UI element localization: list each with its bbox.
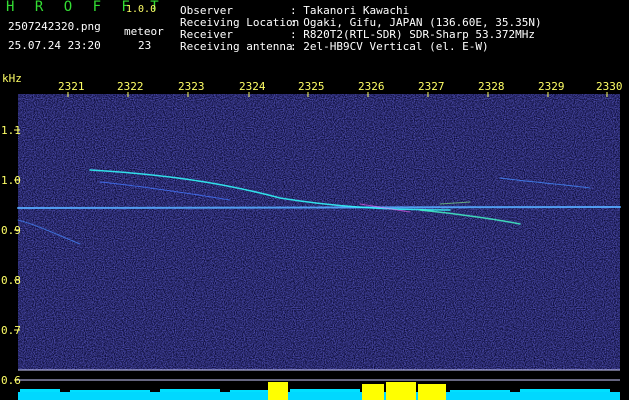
x-tick: 2327 [418,80,445,93]
date-time: 25.07.24 23:20 [8,39,101,52]
y-tick-labels: 1.1 1.0 0.9 0.8 0.7 0.6 [1,124,21,387]
x-tick: 2322 [117,80,144,93]
carrier-trace [17,206,621,209]
antenna-value: : 2el-HB9CV Vertical (el. E-W) [290,40,489,53]
app-version: 1.0.0 [126,4,157,15]
y-unit-label: kHz [2,74,22,85]
x-tick: 2325 [298,80,325,93]
header: H R O F F T 1.0.0 2507242320.png 25.07.2… [0,0,629,74]
x-tick: 2326 [358,80,385,93]
spectrogram-plot: kHz 2321 2322 2323 2324 2325 2326 2327 2… [1,74,623,400]
waterfall-noise [18,94,620,370]
x-tick: 2330 [596,80,623,93]
meteor-label: meteor [124,25,164,38]
spectrum-peaks [20,389,610,392]
antenna-label: Receiving antenna [180,40,293,53]
file-name: 2507242320.png [8,20,101,33]
x-tick: 2328 [478,80,505,93]
spectrum-baseline [18,392,620,400]
x-tick: 2321 [58,80,85,93]
x-tick: 2323 [178,80,205,93]
meteor-count: 23 [138,39,152,52]
x-tick: 2329 [538,80,565,93]
x-tick: 2324 [239,80,266,93]
x-tick-labels: 2321 2322 2323 2324 2325 2326 2327 2328 … [58,80,623,93]
